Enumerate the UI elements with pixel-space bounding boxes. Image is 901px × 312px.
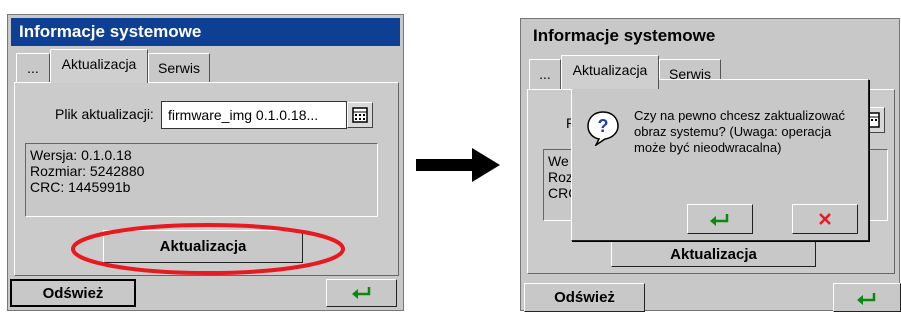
file-label: Plik aktualizacji: <box>55 106 154 122</box>
svg-text:?: ? <box>598 116 609 136</box>
firmware-info-box: Wersja: 0.1.0.18 Rozmiar: 5242880 CRC: 1… <box>25 143 378 217</box>
tab-aktualizacja[interactable]: Aktualizacja <box>561 55 659 89</box>
dialog-message: Czy na pewno chcesz zaktualizować obraz … <box>634 108 845 155</box>
enter-icon <box>351 287 370 299</box>
right-screen: Informacje systemowe ... Aktualizacja Se… <box>520 18 901 312</box>
window-title: Informacje systemowe <box>525 21 895 47</box>
keyboard-icon <box>352 107 368 123</box>
size-text: Rozmiar: 5242880 <box>30 163 145 179</box>
left-screen: Informacje systemowe ... Aktualizacja Se… <box>7 14 404 311</box>
confirm-dialog: ? Czy na pewno chcesz zaktualizować obra… <box>571 79 869 241</box>
dialog-confirm-button[interactable] <box>687 204 753 234</box>
tab-more[interactable]: ... <box>16 53 50 83</box>
confirm-button[interactable] <box>833 283 901 312</box>
crc-text: CRC: 1445991b <box>30 179 131 195</box>
dialog-cancel-button[interactable] <box>792 204 858 234</box>
refresh-button[interactable]: Odśwież <box>10 279 136 307</box>
enter-icon <box>710 214 729 226</box>
window-title: Informacje systemowe <box>11 18 400 46</box>
file-picker-button[interactable] <box>347 102 373 128</box>
question-icon: ? <box>587 111 619 146</box>
tab-more[interactable]: ... <box>529 59 561 89</box>
close-icon <box>819 213 831 225</box>
enter-icon <box>857 293 876 305</box>
tab-serwis[interactable]: Serwis <box>148 53 210 83</box>
confirm-button[interactable] <box>326 279 397 307</box>
tab-aktualizacja[interactable]: Aktualizacja <box>50 49 148 83</box>
highlight-ellipse <box>71 223 345 275</box>
version-text: Wersja: 0.1.0.18 <box>30 147 132 163</box>
refresh-button[interactable]: Odśwież <box>524 283 645 312</box>
file-field[interactable]: firmware_img 0.1.0.18... <box>161 101 347 129</box>
arrow-right-icon <box>416 148 500 182</box>
